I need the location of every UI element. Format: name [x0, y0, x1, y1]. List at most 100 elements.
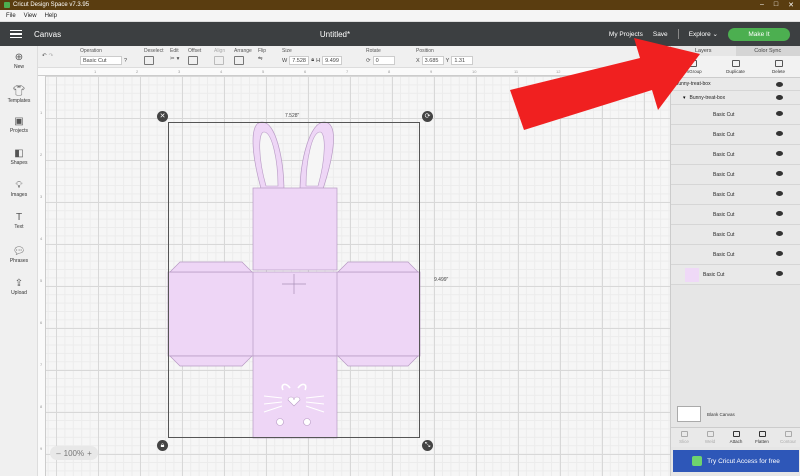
zoom-in-button[interactable]: +: [87, 449, 92, 458]
lock-icon[interactable]: 🔒︎: [311, 57, 314, 64]
sidebar-item-upload[interactable]: ⇪ Upload: [0, 278, 38, 297]
contour-button[interactable]: Contour: [775, 428, 800, 447]
slice-label: Slice: [679, 439, 689, 444]
sidebar-item-shapes[interactable]: ◧ Shapes: [0, 148, 38, 167]
slice-button[interactable]: Slice: [671, 428, 697, 447]
duplicate-button[interactable]: Duplicate: [714, 56, 757, 77]
arrange-icon[interactable]: [234, 56, 244, 65]
width-input[interactable]: 7.528: [289, 56, 310, 65]
ruler-number: 2: [40, 152, 43, 157]
align-icon[interactable]: [214, 56, 224, 65]
ruler-number: 3: [178, 69, 181, 74]
eye-icon[interactable]: [776, 131, 783, 136]
blank-canvas-row[interactable]: Blank Canvas: [677, 404, 795, 424]
close-window-button[interactable]: ✕: [788, 1, 794, 9]
layer-name: Basic Cut: [713, 151, 735, 158]
zoom-out-button[interactable]: –: [56, 449, 60, 458]
duplicate-label: Duplicate: [726, 68, 745, 74]
deselect-group: Deselect: [144, 48, 163, 65]
rotate-value: 0: [375, 57, 379, 64]
height-input[interactable]: 9.499: [322, 56, 343, 65]
layer-row[interactable]: Basic Cut: [671, 185, 800, 205]
weld-icon: [706, 431, 714, 437]
contour-icon: [784, 431, 792, 437]
ruler-number: 7: [40, 362, 43, 367]
red-annotation-arrow: [510, 38, 700, 130]
rotate-handle-icon[interactable]: ⟳: [422, 111, 433, 122]
chevron-down-icon: ⌄: [712, 31, 718, 38]
tab-color-sync[interactable]: Color Sync: [736, 46, 800, 56]
deselect-icon[interactable]: [144, 56, 154, 65]
delete-handle-icon[interactable]: ✕: [157, 111, 168, 122]
scissors-icon[interactable]: ✂: [170, 56, 175, 62]
canvas-label: Canvas: [34, 29, 62, 39]
operation-help-icon[interactable]: ?: [124, 58, 127, 64]
redo-icon[interactable]: ↷: [49, 53, 54, 59]
eye-icon[interactable]: [776, 82, 783, 87]
layer-row[interactable]: Basic Cut: [671, 225, 800, 245]
eye-icon[interactable]: [776, 95, 783, 100]
size-h-label: H: [316, 57, 321, 64]
sidebar-item-label: Phrases: [9, 258, 29, 264]
layer-row[interactable]: Basic Cut: [671, 165, 800, 185]
ruler-number: 6: [304, 69, 307, 74]
pos-y-value: 1.31: [454, 57, 466, 64]
width-dimension-label: 7.528": [285, 113, 300, 119]
sidebar-item-templates[interactable]: 👕︎ Templates: [0, 86, 38, 105]
layer-row[interactable]: Basic Cut: [671, 145, 800, 165]
plus-icon: ⊕: [14, 52, 24, 63]
eye-icon[interactable]: [776, 271, 783, 276]
weld-button[interactable]: Weld: [697, 428, 723, 447]
eye-icon[interactable]: [776, 191, 783, 196]
eye-icon[interactable]: [776, 231, 783, 236]
eye-icon[interactable]: [776, 251, 783, 256]
layer-row[interactable]: Basic Cut: [671, 205, 800, 225]
size-group: Size W 7.528 🔒︎ H 9.499: [282, 48, 343, 65]
sidebar-item-text[interactable]: T Text: [0, 212, 38, 231]
sidebar-item-phrases[interactable]: 💬︎ Phrases: [0, 246, 38, 265]
layer-row[interactable]: Basic Cut: [671, 265, 800, 285]
delete-button[interactable]: Delete: [757, 56, 800, 77]
eye-icon[interactable]: [776, 211, 783, 216]
cricut-access-button[interactable]: Try Cricut Access for free: [673, 450, 799, 472]
menu-help[interactable]: Help: [45, 13, 57, 19]
menu-bar: File View Help: [0, 10, 800, 22]
sidebar-item-label: New: [13, 64, 24, 70]
selection-box[interactable]: [168, 122, 420, 438]
pos-x-label: X: [416, 57, 420, 64]
edit-chevron-icon[interactable]: ▾: [177, 56, 180, 62]
operation-label: Operation: [80, 48, 102, 54]
eye-icon[interactable]: [776, 171, 783, 176]
maximize-button[interactable]: □: [774, 1, 778, 9]
menu-file[interactable]: File: [6, 13, 16, 19]
deselect-label: Deselect: [144, 48, 164, 54]
position-y-input[interactable]: 1.31: [451, 56, 474, 65]
flatten-icon: [758, 431, 766, 437]
text-icon: T: [15, 212, 23, 223]
document-title[interactable]: Untitled*: [300, 30, 370, 39]
undo-icon[interactable]: ↶: [42, 53, 47, 59]
eye-icon[interactable]: [776, 111, 783, 116]
sidebar-item-new[interactable]: ⊕ New: [0, 52, 38, 71]
flatten-button[interactable]: Flatten: [749, 428, 775, 447]
make-it-button[interactable]: Make It: [728, 27, 790, 41]
contour-label: Contour: [779, 439, 796, 444]
sidebar-item-projects[interactable]: ▣ Projects: [0, 116, 38, 135]
layer-row[interactable]: Basic Cut: [671, 245, 800, 265]
layer-name: Basic Cut: [713, 211, 735, 218]
sidebar-item-images[interactable]: 💡︎ Images: [0, 180, 38, 199]
attach-button[interactable]: Attach: [723, 428, 749, 447]
ruler-number: 5: [40, 278, 43, 283]
position-x-input[interactable]: 3.685: [421, 56, 444, 65]
eye-icon[interactable]: [776, 151, 783, 156]
menu-view[interactable]: View: [24, 13, 37, 19]
offset-label: Offset: [188, 48, 202, 54]
lock-handle-icon[interactable]: 🔒︎: [157, 440, 168, 451]
rotate-input[interactable]: 0: [372, 56, 395, 65]
operation-select[interactable]: Basic Cut: [80, 56, 122, 65]
resize-handle-icon[interactable]: ⤡: [422, 440, 433, 451]
offset-icon[interactable]: [188, 56, 198, 65]
hamburger-menu-icon[interactable]: [0, 29, 28, 39]
minimize-button[interactable]: –: [760, 1, 764, 9]
flip-icon[interactable]: ⇋: [258, 56, 263, 62]
